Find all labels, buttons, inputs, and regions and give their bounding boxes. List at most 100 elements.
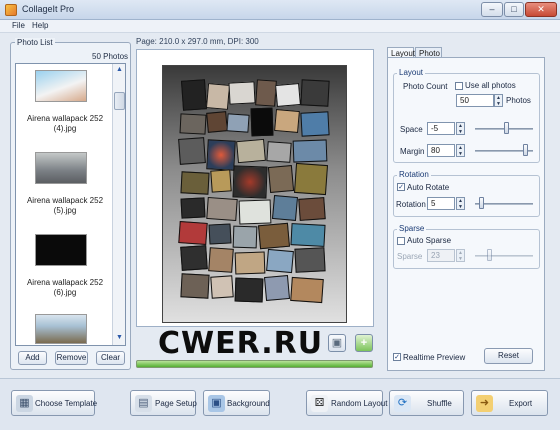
collage-page[interactable]: [162, 65, 347, 323]
sparse-slider-thumb[interactable]: [487, 249, 492, 261]
collage-photo[interactable]: [234, 277, 264, 303]
margin-field[interactable]: 80: [427, 144, 455, 157]
list-item-label: Airena wallapack 252 (5).jpg: [26, 196, 104, 215]
collage-photo[interactable]: [258, 222, 290, 250]
collage-photo[interactable]: [210, 169, 232, 193]
collage-photo[interactable]: [267, 165, 295, 193]
photo-thumbnail[interactable]: [35, 152, 87, 184]
collage-photo[interactable]: [205, 83, 231, 110]
collage-photo[interactable]: [266, 248, 294, 274]
photo-count-stepper[interactable]: ▲ ▼: [494, 94, 503, 107]
collage-photo[interactable]: [290, 223, 326, 247]
auto-rotate-checkbox[interactable]: ✓: [397, 183, 405, 191]
rotation-field[interactable]: 5: [427, 197, 455, 210]
photo-thumbnail[interactable]: [35, 314, 87, 344]
collage-photo[interactable]: [232, 165, 268, 199]
photos-unit-label: Photos: [506, 96, 531, 105]
shuffle-button[interactable]: ⟳ Shuffle: [389, 390, 464, 416]
collage-photo[interactable]: [271, 194, 299, 222]
menu-help[interactable]: Help: [32, 21, 48, 30]
add-photo-button[interactable]: +: [355, 334, 373, 352]
export-label: Export: [509, 399, 533, 408]
collage-photo[interactable]: [178, 221, 208, 245]
collage-photo[interactable]: [178, 137, 206, 165]
collage-photo[interactable]: [234, 251, 266, 275]
collage-photo[interactable]: [180, 245, 208, 271]
collage-photo[interactable]: [232, 225, 258, 249]
page-setup-button[interactable]: ▤ Page Setup: [130, 390, 197, 416]
page-info: Page: 210.0 x 297.0 mm, DPI: 300: [136, 37, 259, 46]
collage-photo[interactable]: [292, 139, 328, 163]
collage-photo[interactable]: [293, 162, 329, 196]
collage-photo[interactable]: [210, 275, 234, 299]
scroll-up-icon[interactable]: ▲: [115, 66, 124, 73]
sparse-stepper[interactable]: ▲ ▼: [456, 249, 465, 262]
collage-photo[interactable]: [179, 113, 207, 135]
collage-photo[interactable]: [238, 199, 272, 225]
collage-photo[interactable]: [180, 197, 206, 219]
background-label: Background: [227, 399, 270, 408]
use-all-photos-checkbox[interactable]: [455, 82, 463, 90]
collage-photo[interactable]: [208, 247, 234, 273]
collage-photo[interactable]: [298, 197, 326, 221]
collage-photo[interactable]: [228, 81, 256, 105]
photo-listbox[interactable]: Airena wallapack 252 (4).jpg Airena walla…: [15, 63, 126, 346]
margin-stepper[interactable]: ▲ ▼: [456, 144, 465, 157]
collage-photo[interactable]: [266, 141, 292, 163]
photo-count-label: 50 Photos: [92, 52, 129, 61]
list-scrollbar[interactable]: ▲ ▼: [112, 64, 125, 345]
reset-button[interactable]: Reset: [484, 348, 533, 364]
collage-photo[interactable]: [206, 196, 238, 222]
crop-tool-button[interactable]: ▣: [328, 334, 346, 352]
background-button[interactable]: ▣ Background: [203, 390, 270, 416]
collage-photo[interactable]: [255, 79, 277, 107]
menu-bar: [0, 20, 560, 33]
space-label: Space: [400, 125, 423, 134]
rotation-stepper[interactable]: ▲ ▼: [456, 197, 465, 210]
collage-photo[interactable]: [236, 138, 266, 164]
collage-photo[interactable]: [206, 111, 228, 133]
remove-button[interactable]: Remove: [55, 351, 88, 365]
add-button[interactable]: Add: [18, 351, 47, 365]
collage-photo[interactable]: [274, 108, 300, 134]
clear-button[interactable]: Clear: [96, 351, 125, 365]
collage-photo[interactable]: [226, 113, 250, 133]
collage-photo[interactable]: [300, 111, 330, 137]
list-item-label: Airena wallapack 252 (6).jpg: [26, 278, 104, 297]
minimize-button[interactable]: –: [481, 2, 503, 17]
collage-photo[interactable]: [208, 223, 232, 245]
collage-photo[interactable]: [206, 139, 236, 171]
collage-photo[interactable]: [300, 79, 330, 107]
random-layout-button[interactable]: ⚄ Random Layout: [306, 390, 387, 416]
space-field[interactable]: -5: [427, 122, 455, 135]
collage-photo[interactable]: [180, 273, 210, 299]
collage-photo[interactable]: [263, 274, 291, 302]
collage-photo[interactable]: [290, 276, 324, 304]
margin-label: Margin: [400, 147, 425, 156]
title-bar: [0, 0, 560, 20]
export-button[interactable]: ➜ Export: [471, 390, 548, 416]
space-stepper[interactable]: ▲ ▼: [456, 122, 465, 135]
photo-thumbnail[interactable]: [35, 234, 87, 266]
sparse-slider[interactable]: [475, 255, 533, 257]
space-slider-thumb[interactable]: [504, 122, 510, 134]
photo-count-field[interactable]: 50: [456, 94, 494, 107]
menu-file[interactable]: File: [12, 21, 25, 30]
sparse-field[interactable]: 23: [427, 249, 455, 262]
collage-photo[interactable]: [294, 247, 326, 273]
scroll-down-icon[interactable]: ▼: [115, 334, 124, 341]
auto-sparse-checkbox[interactable]: [397, 237, 405, 245]
collage-photo[interactable]: [180, 79, 208, 111]
collage-photo[interactable]: [180, 171, 210, 195]
realtime-preview-checkbox[interactable]: ✓: [393, 353, 401, 361]
collage-photo[interactable]: [275, 82, 301, 108]
rotation-slider-thumb[interactable]: [479, 197, 485, 209]
close-button[interactable]: ✕: [525, 2, 557, 17]
margin-slider-thumb[interactable]: [522, 144, 528, 156]
maximize-button[interactable]: □: [504, 2, 524, 17]
photo-thumbnail[interactable]: [35, 70, 87, 102]
scroll-thumb[interactable]: [114, 92, 125, 110]
collage-photo[interactable]: [250, 107, 274, 137]
choose-template-button[interactable]: ▦ Choose Template: [11, 390, 97, 416]
use-all-photos-label: Use all photos: [465, 81, 516, 90]
